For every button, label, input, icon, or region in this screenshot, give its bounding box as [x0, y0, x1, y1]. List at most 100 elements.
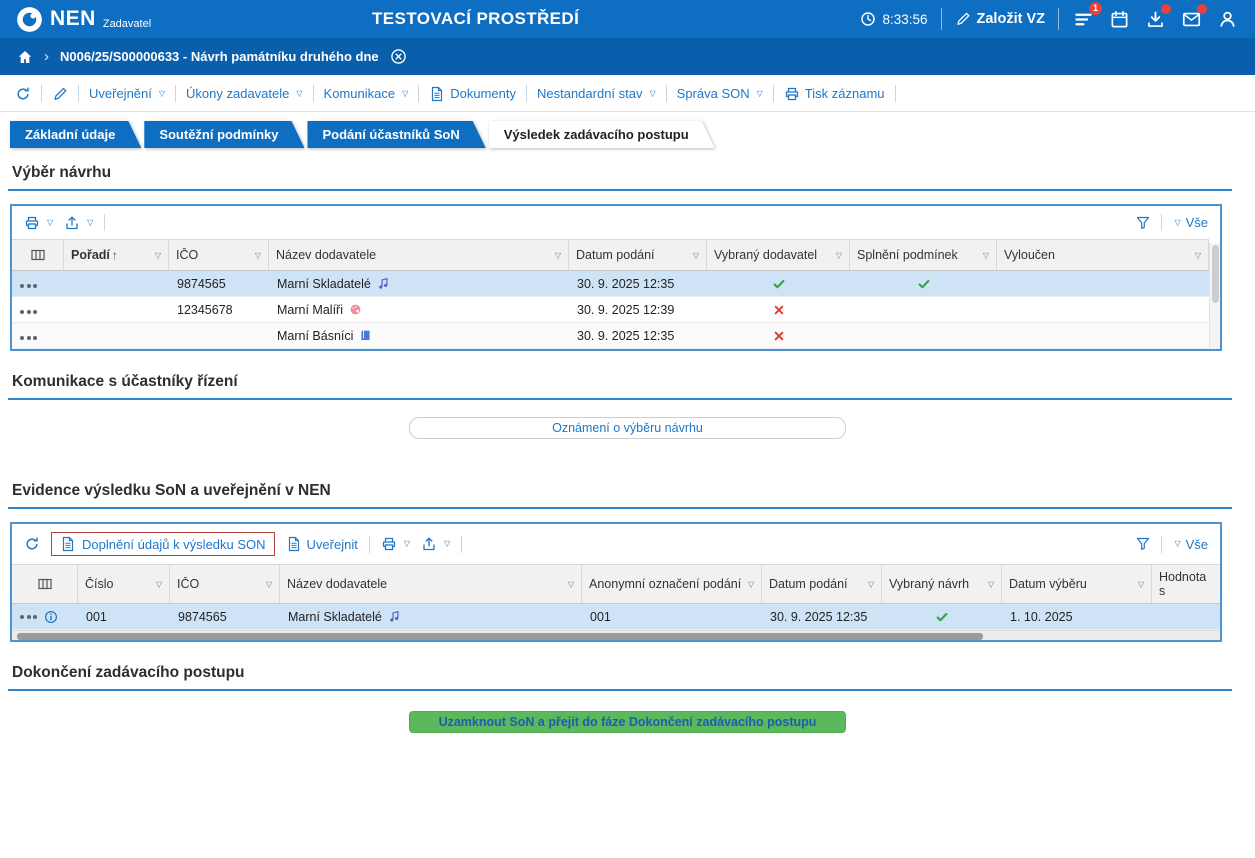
divider	[418, 85, 419, 102]
col-vyloucen[interactable]: Vyloučen▽	[997, 240, 1209, 271]
scrollbar-thumb[interactable]	[1212, 245, 1219, 303]
row-menu-icon[interactable]	[20, 310, 37, 314]
column-chooser-header[interactable]	[12, 240, 64, 271]
columns-icon	[30, 247, 46, 263]
col-vybrany-dodavatel[interactable]: Vybraný dodavatel▽	[707, 240, 850, 271]
table-row[interactable]: Marní Básníci 30. 9. 2025 12:35	[12, 323, 1209, 349]
vyber-grid: ▽ ▽ ▽Vše Pořadí↑▽ IČO▽ Název dodavatele▽…	[10, 204, 1222, 351]
grid-print-button[interactable]: ▽	[24, 215, 53, 231]
column-chooser-header[interactable]	[12, 565, 78, 604]
tab-podani-ucastniku[interactable]: Podání účastníků SoN	[307, 121, 485, 148]
menu-uverejneni[interactable]: Uveřejnění▽	[89, 86, 165, 101]
col-nazev-dodavatele[interactable]: Název dodavatele▽	[269, 240, 569, 271]
profile-button[interactable]	[1216, 8, 1239, 31]
grid-export-button[interactable]: ▽	[64, 215, 93, 231]
refresh-button[interactable]	[24, 536, 40, 552]
record-toolbar: Uveřejnění▽ Úkony zadavatele▽ Komunikace…	[0, 75, 1255, 112]
vertical-scrollbar[interactable]	[1209, 243, 1220, 349]
menu-ukony-zadavatele[interactable]: Úkony zadavatele▽	[186, 86, 303, 101]
filter-chevron-icon[interactable]: ▽	[255, 251, 261, 260]
filter-chevron-icon[interactable]: ▽	[156, 580, 162, 589]
menu-sprava-son[interactable]: Správa SON▽	[677, 86, 763, 101]
chevron-down-icon: ▽	[159, 90, 165, 98]
check-icon	[772, 277, 786, 291]
calendar-icon	[1110, 10, 1129, 29]
cell-vyloucen	[997, 271, 1209, 297]
chevron-down-icon: ▽	[1174, 540, 1180, 548]
filter-chevron-icon[interactable]: ▽	[693, 251, 699, 260]
cell-datum: 30. 9. 2025 12:39	[569, 297, 707, 323]
cell-poradi	[64, 271, 169, 297]
filter-chevron-icon[interactable]: ▽	[1195, 251, 1201, 260]
col-hodnota[interactable]: Hodnota s	[1152, 565, 1220, 604]
breadcrumb-item[interactable]: N006/25/S00000633 - Návrh památníku druh…	[60, 49, 379, 64]
filter-chevron-icon[interactable]: ▽	[988, 580, 994, 589]
row-menu-icon[interactable]	[20, 336, 37, 340]
create-vz-button[interactable]: Založit VZ	[955, 11, 1045, 27]
tasks-menu-button[interactable]: 1	[1072, 8, 1095, 31]
tab-soutezni-podminky[interactable]: Soutěžní podmínky	[144, 121, 304, 148]
section-vyber-navrhu: Výběr návrhu	[8, 148, 1232, 191]
brand[interactable]: NEN Zadavatel	[16, 5, 151, 33]
divider	[773, 85, 774, 102]
grid-view-all-button[interactable]: ▽Vše	[1172, 215, 1208, 230]
filter-chevron-icon[interactable]: ▽	[836, 251, 842, 260]
refresh-button[interactable]	[15, 86, 31, 102]
info-icon[interactable]	[44, 610, 58, 624]
oznameni-o-vyberu-button[interactable]: Oznámení o výběru návrhu	[409, 417, 846, 439]
col-anonymni-oznaceni[interactable]: Anonymní označení podání▽	[582, 565, 762, 604]
col-poradi[interactable]: Pořadí↑▽	[64, 240, 169, 271]
uzamknout-son-button[interactable]: Uzamknout SoN a přejít do fáze Dokončení…	[409, 711, 846, 733]
menu-komunikace[interactable]: Komunikace▽	[324, 86, 409, 101]
filter-chevron-icon[interactable]: ▽	[1138, 580, 1144, 589]
col-ico[interactable]: IČO▽	[170, 565, 280, 604]
filter-chevron-icon[interactable]: ▽	[555, 251, 561, 260]
calendar-button[interactable]	[1108, 8, 1131, 31]
col-nazev-dodavatele[interactable]: Název dodavatele▽	[280, 565, 582, 604]
table-row[interactable]: 9874565 Marní Skladatelé 30. 9. 2025 12:…	[12, 271, 1209, 297]
filter-chevron-icon[interactable]: ▽	[983, 251, 989, 260]
col-splneni-podminek[interactable]: Splnění podmínek▽	[850, 240, 997, 271]
row-menu-icon[interactable]	[20, 284, 37, 288]
filter-chevron-icon[interactable]: ▽	[868, 580, 874, 589]
horizontal-scrollbar[interactable]	[12, 630, 1220, 640]
evidence-table: Číslo▽ IČO▽ Název dodavatele▽ Anonymní o…	[12, 564, 1220, 630]
menu-dokumenty[interactable]: Dokumenty	[429, 86, 516, 102]
cell-ico: 9874565	[170, 604, 280, 630]
messages-button[interactable]	[1180, 8, 1203, 31]
nen-logo-icon	[16, 6, 43, 33]
close-record-button[interactable]	[390, 48, 407, 65]
filter-chevron-icon[interactable]: ▽	[748, 580, 754, 589]
col-vybrany-navrh[interactable]: Vybraný návrh▽	[882, 565, 1002, 604]
grid-print-button[interactable]: ▽	[381, 536, 410, 552]
col-datum-podani[interactable]: Datum podání▽	[569, 240, 707, 271]
vyber-table: Pořadí↑▽ IČO▽ Název dodavatele▽ Datum po…	[12, 239, 1209, 349]
table-row[interactable]: 001 9874565 Marní Skladatelé 001 30. 9. …	[12, 604, 1220, 630]
doplneni-udaju-button[interactable]: Doplnění údajů k výsledku SON	[51, 532, 275, 556]
chevron-down-icon: ▽	[296, 90, 302, 98]
col-datum-podani[interactable]: Datum podání▽	[762, 565, 882, 604]
grid-filter-button[interactable]	[1135, 536, 1151, 552]
print-record-button[interactable]: Tisk záznamu	[784, 86, 885, 102]
cell-nazev: Marní Básníci	[269, 323, 569, 349]
divider	[666, 85, 667, 102]
tab-zakladni-udaje[interactable]: Základní údaje	[10, 121, 141, 148]
col-cislo[interactable]: Číslo▽	[78, 565, 170, 604]
edit-button[interactable]	[52, 86, 68, 102]
filter-chevron-icon[interactable]: ▽	[266, 580, 272, 589]
filter-chevron-icon[interactable]: ▽	[568, 580, 574, 589]
home-icon[interactable]	[17, 49, 33, 65]
row-menu-icon[interactable]	[20, 615, 37, 619]
tab-vysledek-postupu[interactable]: Výsledek zadávacího postupu	[489, 121, 715, 148]
downloads-button[interactable]	[1144, 8, 1167, 31]
menu-nestandardni-stav[interactable]: Nestandardní stav▽	[537, 86, 656, 101]
grid-export-button[interactable]: ▽	[421, 536, 450, 552]
filter-chevron-icon[interactable]: ▽	[155, 251, 161, 260]
grid-view-all-button[interactable]: ▽Vše	[1172, 537, 1208, 552]
uverejnit-button[interactable]: Uveřejnit	[286, 536, 358, 552]
grid-filter-button[interactable]	[1135, 215, 1151, 231]
scrollbar-thumb[interactable]	[17, 633, 983, 640]
table-row[interactable]: 12345678 Marní Malíři 30. 9. 2025 12:39	[12, 297, 1209, 323]
col-ico[interactable]: IČO▽	[169, 240, 269, 271]
col-datum-vyberu[interactable]: Datum výběru▽	[1002, 565, 1152, 604]
